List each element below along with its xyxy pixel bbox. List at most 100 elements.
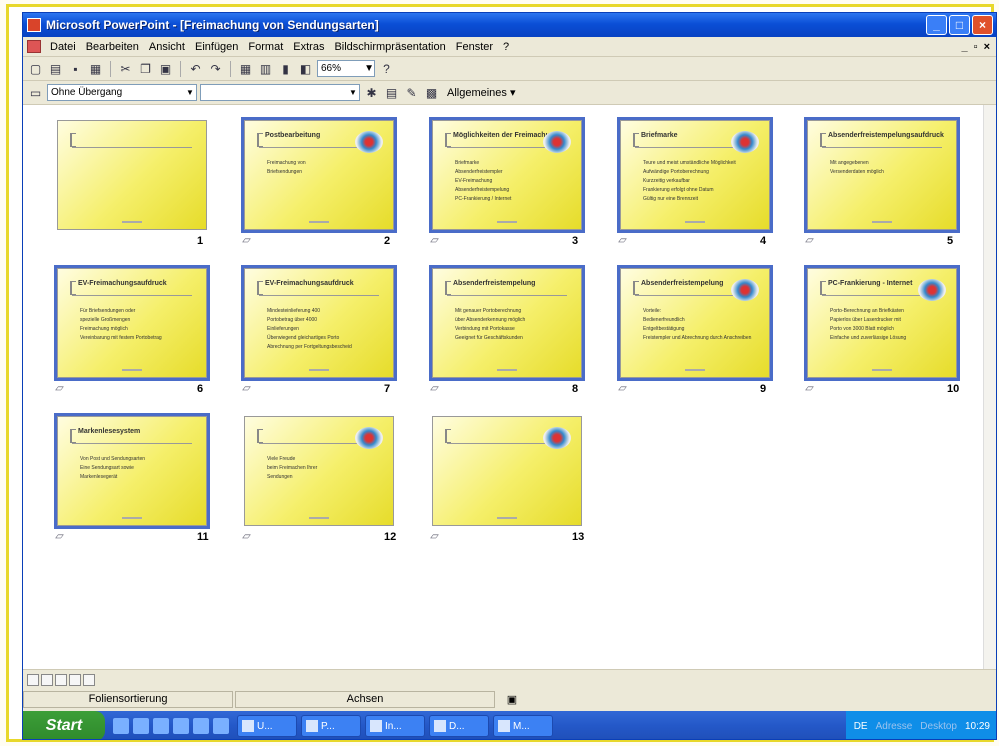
slide-thumbnail[interactable]: Postbearbeitung Freimachung von Briefsendu…	[241, 117, 397, 233]
help-icon[interactable]: ?	[378, 60, 395, 77]
slide-number: 8	[572, 383, 579, 395]
transition-icon[interactable]: ▱	[618, 235, 626, 246]
slide-thumbnail[interactable]: Möglichkeiten der Freimachung Briefmarke A…	[429, 117, 585, 233]
doc-restore-button[interactable]: ▫	[974, 41, 978, 53]
show-view-button[interactable]	[83, 673, 95, 686]
quicklaunch-icon[interactable]	[153, 718, 169, 734]
task-button[interactable]: U...	[237, 715, 297, 737]
slide-thumbnail[interactable]: Absenderfreistempelungsaufdruck Mit angeg…	[804, 117, 960, 233]
slide-bullet: Vereinbarung mit festem Portobetrag	[80, 335, 162, 341]
quicklaunch-icon[interactable]	[213, 718, 229, 734]
save-icon[interactable]: ▪	[67, 60, 84, 77]
transition-icon[interactable]: ▱	[242, 531, 250, 542]
language-indicator[interactable]: DE	[854, 721, 868, 732]
transition-icon[interactable]: ▱	[430, 531, 438, 542]
address-toolbar[interactable]: Adresse	[876, 721, 913, 732]
cut-icon[interactable]: ✂	[117, 60, 134, 77]
copy-icon[interactable]: ❐	[137, 60, 154, 77]
transition-icon[interactable]: ▱	[430, 235, 438, 246]
menu-datei[interactable]: Datei	[45, 41, 81, 53]
paste-icon[interactable]: ▣	[157, 60, 174, 77]
transition-icon[interactable]: ▭	[27, 84, 44, 101]
vertical-scrollbar[interactable]	[983, 105, 996, 669]
new-icon[interactable]: ▢	[27, 60, 44, 77]
sorter-view-button[interactable]	[69, 673, 81, 686]
transition-icon[interactable]: ▱	[242, 235, 250, 246]
slide-view-button[interactable]	[55, 673, 67, 686]
slide-title: Postbearbeitung	[265, 132, 321, 139]
app-icon	[242, 720, 254, 732]
close-button[interactable]: ×	[972, 15, 993, 35]
slide-thumbnail[interactable]: Briefmarke Teure und meist umständliche M…	[617, 117, 773, 233]
slide-thumbnail[interactable]: EV-Freimachungsaufdruck Für Briefsendunge…	[54, 265, 210, 381]
transition-icon[interactable]: ▱	[55, 383, 63, 394]
doc-minimize-button[interactable]: _	[962, 41, 968, 53]
slide-number: 6	[197, 383, 204, 395]
redo-icon[interactable]: ↷	[207, 60, 224, 77]
summary-icon[interactable]: ▤	[383, 84, 400, 101]
slide-thumbnail[interactable]: Absenderfreistempelung Vorteile: Bedienerf…	[617, 265, 773, 381]
document-icon[interactable]	[27, 40, 41, 53]
slide-body: Viele Freude beim Freimachen Ihrer Sendung…	[267, 455, 317, 482]
print-icon[interactable]: ▦	[87, 60, 104, 77]
table-icon[interactable]: ▥	[257, 60, 274, 77]
task-button[interactable]: M...	[493, 715, 553, 737]
slide-bullet: Gültig nur eine Brennzeit	[643, 196, 699, 202]
start-button[interactable]: Start	[23, 711, 105, 739]
app-icon	[370, 720, 382, 732]
undo-icon[interactable]: ↶	[187, 60, 204, 77]
menu-format[interactable]: Format	[243, 41, 288, 53]
outline-view-button[interactable]	[41, 673, 53, 686]
slide-bullet: PC-Frankierung / Internet	[455, 196, 512, 202]
quicklaunch-icon[interactable]	[113, 718, 129, 734]
quicklaunch-icon[interactable]	[173, 718, 189, 734]
desktop-toolbar[interactable]: Desktop	[920, 721, 957, 732]
menu-fenster[interactable]: Fenster	[451, 41, 498, 53]
animation-icon[interactable]: ✱	[363, 84, 380, 101]
quicklaunch-icon[interactable]	[133, 718, 149, 734]
slide-thumbnail[interactable]: EV-Freimachungsaufdruck Mindesteinlieferu…	[241, 265, 397, 381]
transition-icon[interactable]: ▱	[618, 383, 626, 394]
transition-icon[interactable]: ▱	[242, 383, 250, 394]
design-icon[interactable]: ▩	[423, 84, 440, 101]
minimize-button[interactable]: _	[926, 15, 947, 35]
task-button[interactable]: D...	[429, 715, 489, 737]
chart-icon[interactable]: ▮	[277, 60, 294, 77]
grid-icon[interactable]: ▦	[237, 60, 254, 77]
transition-icon[interactable]: ▱	[805, 235, 813, 246]
slide-title: EV-Freimachungsaufdruck	[78, 280, 167, 287]
quicklaunch-icon[interactable]	[193, 718, 209, 734]
doc-close-button[interactable]: ×	[984, 41, 990, 53]
task-button[interactable]: In...	[365, 715, 425, 737]
title-rule	[72, 295, 192, 296]
slide-body: Freimachung von Briefsendungen	[267, 159, 306, 177]
color-icon[interactable]: ◧	[297, 60, 314, 77]
slide-thumbnail[interactable]	[57, 120, 207, 230]
slide-number: 9	[760, 383, 767, 395]
slide-thumbnail[interactable]: PC-Frankierung - Internet Porto-Berechnun…	[804, 265, 960, 381]
zoom-select[interactable]: 66% ▼	[317, 60, 375, 77]
transition-icon[interactable]: ▱	[805, 383, 813, 394]
general-menu[interactable]: Allgemeines ▾	[443, 86, 520, 99]
maximize-button[interactable]: □	[949, 15, 970, 35]
menu-ansicht[interactable]: Ansicht	[144, 41, 190, 53]
slide-bullet: Freimachung möglich	[80, 326, 128, 332]
app-icon	[498, 720, 510, 732]
slide-thumbnail[interactable]: Absenderfreistempelung Mit genauer Portob…	[429, 265, 585, 381]
menu-extras[interactable]: Extras	[288, 41, 329, 53]
normal-view-button[interactable]	[27, 673, 39, 686]
transition-icon[interactable]: ▱	[55, 531, 63, 542]
menu-help[interactable]: ?	[498, 41, 514, 53]
transition-icon[interactable]: ▱	[430, 383, 438, 394]
menu-bildschirmpraesentation[interactable]: Bildschirmpräsentation	[329, 41, 450, 53]
effect-select[interactable]: ▼	[200, 84, 360, 101]
slide-thumbnail[interactable]: Viele Freude beim Freimachen Ihrer Sendung…	[244, 416, 394, 526]
slide-thumbnail[interactable]: Markenlesesystem Von Post und Sendungsart…	[54, 413, 210, 529]
slide-thumbnail[interactable]	[432, 416, 582, 526]
notes-icon[interactable]: ✎	[403, 84, 420, 101]
transition-select[interactable]: Ohne Übergang ▼	[47, 84, 197, 101]
menu-bearbeiten[interactable]: Bearbeiten	[81, 41, 144, 53]
task-button[interactable]: P...	[301, 715, 361, 737]
open-icon[interactable]: ▤	[47, 60, 64, 77]
menu-einfuegen[interactable]: Einfügen	[190, 41, 243, 53]
